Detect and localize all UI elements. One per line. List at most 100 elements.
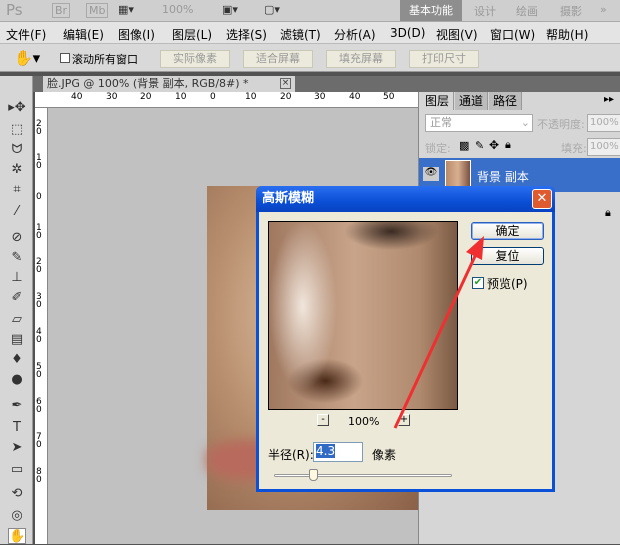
hand-tool-icon[interactable]: ✋▾ — [14, 49, 40, 67]
ruler-label: 50 — [383, 92, 395, 102]
blend-mode-value: 正常 — [430, 116, 452, 129]
panel-menu-icon[interactable]: ▸▸ — [604, 94, 614, 105]
lock-transparency-icon[interactable]: ▩ — [459, 139, 469, 152]
zoom-level-dropdown[interactable]: 100% — [162, 3, 193, 16]
menu-file[interactable]: 文件(F) — [6, 26, 46, 43]
gradient-tool-icon[interactable]: ▤ — [8, 332, 26, 348]
menu-window[interactable]: 窗口(W) — [490, 26, 535, 43]
dodge-tool-icon[interactable]: ● — [8, 372, 26, 388]
clone-stamp-icon[interactable]: ⊥ — [8, 270, 26, 286]
ruler-label: 2 0 — [36, 119, 42, 137]
3d-orbit-icon[interactable]: ◎ — [8, 508, 26, 524]
tools-panel: ▸✥ ⬚ ᗢ ✲ ⌗ ⁄ ⊘ ✎ ⊥ ✐ ▱ ▤ ♦ ● ✒ T ➤ ▭ ⟲ ◎… — [0, 76, 33, 544]
arrange-documents-icon[interactable]: ▣▾ — [222, 3, 238, 16]
blur-tool-icon[interactable]: ♦ — [8, 352, 26, 368]
workspace-essentials[interactable]: 基本功能 — [400, 0, 462, 21]
marquee-tool-icon[interactable]: ⬚ — [8, 122, 26, 138]
radius-input[interactable]: 4.3 — [313, 442, 363, 462]
layer-name[interactable]: 背景 副本 — [477, 168, 529, 185]
tab-layers[interactable]: 图层 — [421, 92, 455, 110]
ruler-label: 20 — [280, 92, 292, 102]
menu-filter[interactable]: 滤镜(T) — [280, 26, 321, 43]
menu-help[interactable]: 帮助(H) — [546, 26, 588, 43]
ruler-label: 20 — [140, 92, 152, 102]
mini-bridge-button[interactable]: Mb — [86, 3, 109, 18]
chevron-down-icon: ⌄ — [520, 116, 530, 129]
lock-all-icon[interactable]: 🔒︎ — [505, 138, 511, 152]
pen-tool-icon[interactable]: ✒ — [8, 398, 26, 414]
close-icon[interactable]: ✕ — [532, 189, 552, 209]
menu-select[interactable]: 选择(S) — [226, 26, 267, 43]
close-document-icon[interactable]: × — [280, 78, 291, 89]
reset-button[interactable]: 复位 — [471, 247, 544, 265]
document-tab-bar: 脸.JPG @ 100% (背景 副本, RGB/8#) * × — [33, 76, 620, 92]
fit-screen-button[interactable]: 适合屏幕 — [243, 50, 313, 68]
lock-paint-icon[interactable]: ✎ — [475, 139, 484, 152]
opacity-label: 不透明度: — [537, 118, 585, 131]
history-brush-icon[interactable]: ✐ — [8, 290, 26, 306]
ok-button[interactable]: 确定 — [471, 222, 544, 240]
bridge-button[interactable]: Br — [52, 3, 71, 18]
view-extras-icon[interactable]: ▦▾ — [118, 3, 134, 16]
dialog-title: 高斯模糊 — [262, 191, 315, 206]
preview-zoom-level: 100% — [348, 415, 380, 428]
workspace-painting[interactable]: 绘画 — [516, 3, 538, 19]
zoom-in-button[interactable]: + — [398, 414, 410, 426]
radius-slider-thumb[interactable] — [309, 469, 319, 481]
type-tool-icon[interactable]: T — [8, 420, 26, 436]
ruler-label: 4 0 — [36, 327, 42, 345]
hand-tool-icon[interactable]: ✋ — [8, 528, 26, 544]
menu-bar: 文件(F) 编辑(E) 图像(I) 图层(L) 选择(S) 滤镜(T) 分析(A… — [0, 22, 620, 44]
crop-tool-icon[interactable]: ⌗ — [8, 182, 26, 198]
fill-screen-button[interactable]: 填充屏幕 — [326, 50, 396, 68]
eraser-icon[interactable]: ▱ — [8, 312, 26, 328]
path-selection-icon[interactable]: ➤ — [8, 440, 26, 456]
opacity-input[interactable]: 100% — [587, 114, 620, 132]
radius-unit: 像素 — [372, 448, 397, 462]
menu-image[interactable]: 图像(I) — [118, 26, 155, 43]
workspace-design[interactable]: 设计 — [474, 3, 496, 19]
healing-brush-icon[interactable]: ⊘ — [8, 230, 26, 246]
options-bar: ✋▾ 滚动所有窗口 实际像素 适合屏幕 填充屏幕 打印尺寸 — [0, 44, 620, 72]
document-tab[interactable]: 脸.JPG @ 100% (背景 副本, RGB/8#) * × — [43, 76, 295, 92]
visibility-eye-icon[interactable]: 👁︎ — [423, 167, 439, 181]
ruler-label: 30 — [314, 92, 326, 102]
menu-edit[interactable]: 编辑(E) — [63, 26, 104, 43]
magic-wand-icon[interactable]: ✲ — [8, 162, 26, 178]
ruler-label: 6 0 — [36, 397, 42, 415]
screen-mode-icon[interactable]: ▢▾ — [264, 3, 280, 16]
radius-slider-track[interactable] — [274, 474, 452, 477]
tab-paths[interactable]: 路径 — [489, 92, 523, 110]
menu-3d[interactable]: 3D(D) — [390, 26, 425, 40]
tab-channels[interactable]: 通道 — [455, 92, 489, 110]
menu-analysis[interactable]: 分析(A) — [334, 26, 376, 43]
preview-checkbox[interactable]: ✔ — [472, 277, 484, 289]
document-tab-title: 脸.JPG @ 100% (背景 副本, RGB/8#) * — [47, 77, 249, 90]
zoom-out-button[interactable]: - — [317, 414, 329, 426]
gaussian-blur-dialog: 高斯模糊 ✕ 确定 复位 ✔ 预览(P) - 100% + 半径(R): 4.3… — [256, 186, 555, 492]
lasso-tool-icon[interactable]: ᗢ — [8, 142, 26, 158]
ruler-label: 2 0 — [36, 257, 42, 275]
ruler-label: 40 — [349, 92, 361, 102]
lock-position-icon[interactable]: ✥ — [489, 138, 499, 152]
brush-tool-icon[interactable]: ✎ — [8, 250, 26, 266]
fill-input[interactable]: 100% — [587, 138, 620, 156]
ruler-label: 1 0 — [36, 223, 42, 241]
print-size-button[interactable]: 打印尺寸 — [409, 50, 479, 68]
ruler-label: 30 — [106, 92, 118, 102]
eyedropper-icon[interactable]: ⁄ — [8, 204, 26, 220]
more-workspaces-icon[interactable]: » — [600, 3, 607, 16]
menu-view[interactable]: 视图(V) — [436, 26, 478, 43]
scroll-all-windows-checkbox[interactable] — [60, 53, 70, 63]
dialog-title-bar[interactable]: 高斯模糊 ✕ — [256, 186, 555, 212]
3d-rotate-icon[interactable]: ⟲ — [8, 486, 26, 502]
workspace-photography[interactable]: 摄影 — [560, 3, 582, 19]
move-tool-icon[interactable]: ▸✥ — [8, 100, 26, 116]
blend-mode-dropdown[interactable]: 正常 ⌄ — [425, 114, 533, 132]
menu-layer[interactable]: 图层(L) — [172, 26, 212, 43]
actual-pixels-button[interactable]: 实际像素 — [160, 50, 230, 68]
shape-tool-icon[interactable]: ▭ — [8, 462, 26, 478]
ruler-label: 10 — [175, 92, 187, 102]
blur-preview[interactable] — [268, 221, 458, 410]
ruler-label: 3 0 — [36, 292, 42, 310]
